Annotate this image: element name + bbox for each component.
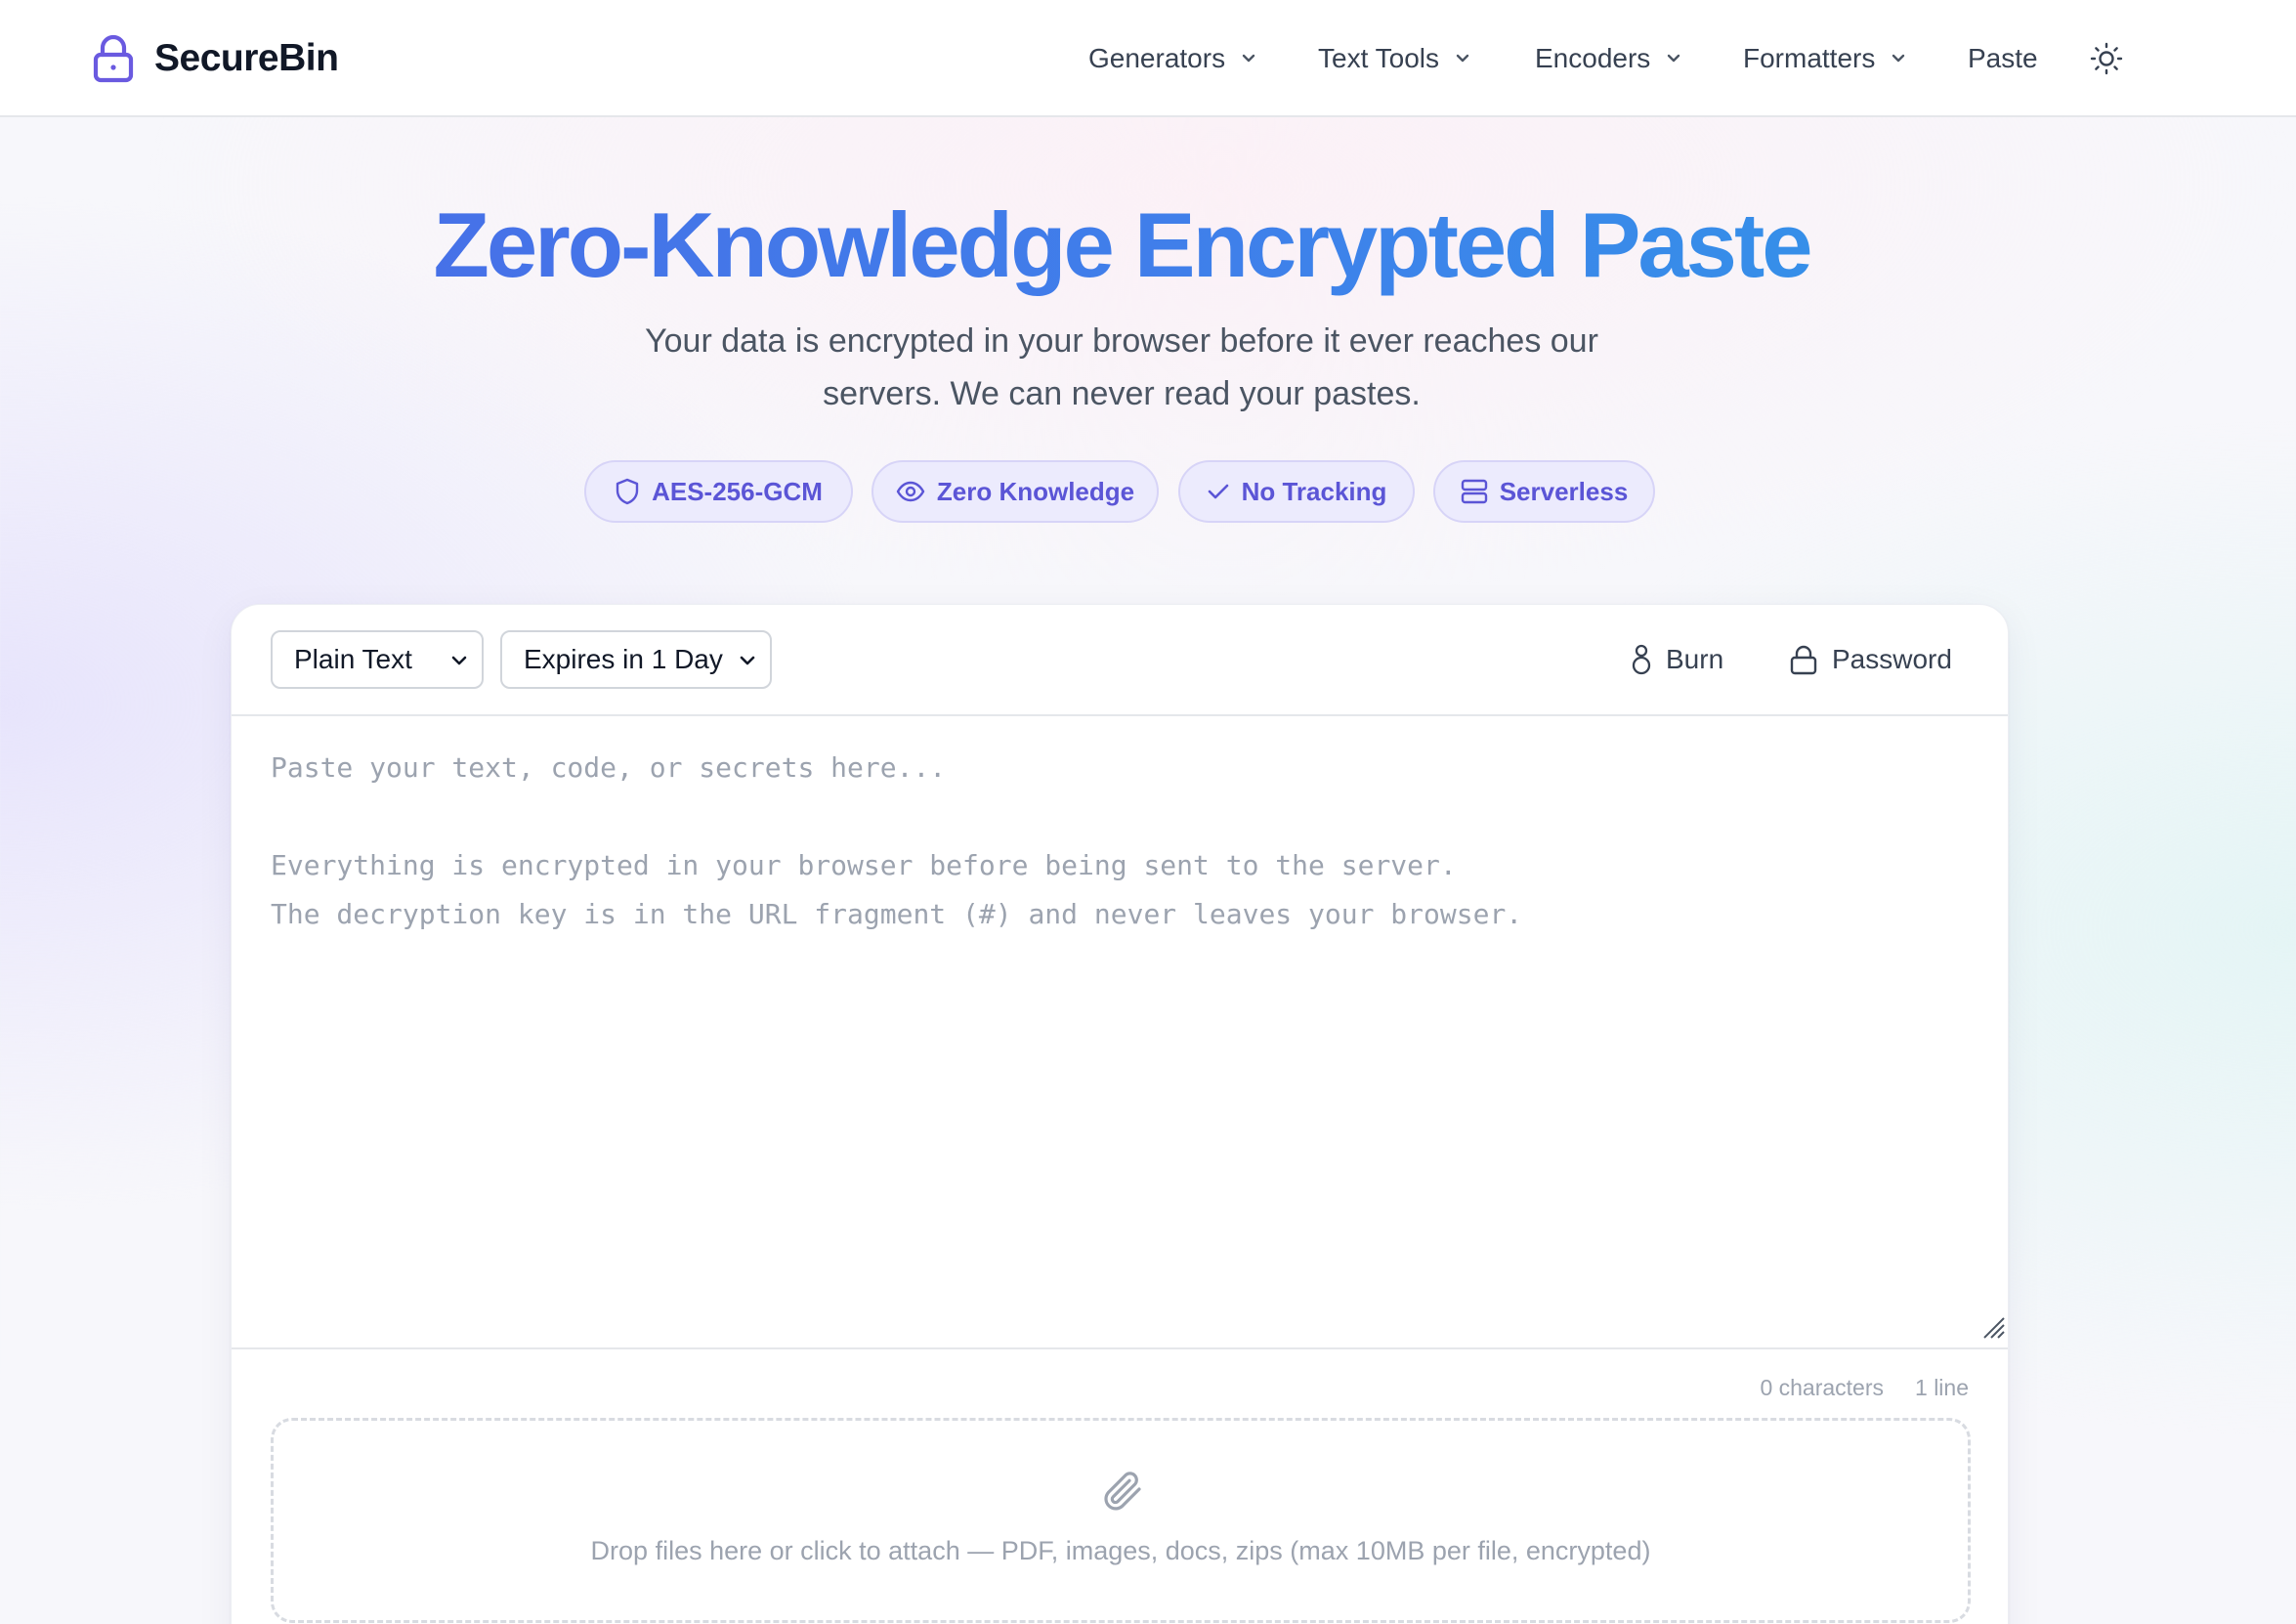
- nav-formatters[interactable]: Formatters: [1743, 33, 1906, 84]
- format-select-value: Plain Text: [294, 644, 412, 674]
- badge-zero-knowledge: Zero Knowledge: [872, 460, 1159, 523]
- password-toggle-button[interactable]: Password: [1789, 636, 1952, 683]
- badge-aes: AES-256-GCM: [584, 460, 853, 523]
- editor-toolbar: Plain Text Expires in 1 Day Burn Passwor…: [232, 605, 2008, 716]
- editor-divider: [232, 1347, 2008, 1349]
- badge-no-tracking-label: No Tracking: [1241, 476, 1387, 506]
- char-count: 0 characters: [1760, 1375, 1885, 1400]
- hero-subtitle-line-2: servers. We can never read your pastes.: [823, 375, 1421, 412]
- hero-subtitle-line-1: Your data is encrypted in your browser b…: [645, 322, 1598, 360]
- editor-stats: 0 characters 1 line: [1760, 1375, 1969, 1401]
- nav-text-tools[interactable]: Text Tools: [1318, 33, 1470, 84]
- format-select[interactable]: Plain Text: [271, 630, 484, 689]
- line-count: 1 line: [1915, 1375, 1969, 1400]
- feature-badges: AES-256-GCM Zero Knowledge No Tracking S…: [0, 460, 2296, 523]
- paste-editor-card: Plain Text Expires in 1 Day Burn Passwor…: [231, 604, 2009, 1624]
- check-icon: [1208, 484, 1228, 499]
- hero-subtitle: Your data is encrypted in your browser b…: [535, 315, 1708, 420]
- expiry-select-value: Expires in 1 Day: [524, 644, 723, 674]
- chevron-down-icon: [451, 656, 467, 665]
- theme-toggle-button[interactable]: [2085, 37, 2128, 80]
- password-label: Password: [1832, 644, 1952, 674]
- resize-handle-icon[interactable]: [1978, 1312, 2006, 1340]
- top-navbar: SecureBin Generators Text Tools Encoders…: [0, 0, 2296, 117]
- nav-generators[interactable]: Generators: [1088, 33, 1256, 84]
- eye-icon: [896, 481, 925, 502]
- chevron-down-icon: [1242, 54, 1255, 63]
- shield-icon: [616, 478, 639, 505]
- dropzone-label: Drop files here or click to attach — PDF…: [590, 1536, 1651, 1565]
- nav-encoders[interactable]: Encoders: [1535, 33, 1681, 84]
- lock-icon: [1790, 645, 1817, 675]
- snowman-icon: [1632, 644, 1651, 675]
- main-nav: Generators Text Tools Encoders Formatter…: [0, 33, 2296, 84]
- chevron-down-icon: [740, 656, 755, 665]
- badge-zero-knowledge-label: Zero Knowledge: [936, 476, 1135, 506]
- nav-encoders-label: Encoders: [1535, 43, 1651, 73]
- badge-no-tracking: No Tracking: [1178, 460, 1415, 523]
- chevron-down-icon: [1456, 54, 1469, 63]
- badge-aes-label: AES-256-GCM: [652, 476, 823, 506]
- chevron-down-icon: [1892, 54, 1905, 63]
- nav-paste[interactable]: Paste: [1968, 33, 2038, 84]
- file-dropzone[interactable]: Drop files here or click to attach — PDF…: [271, 1418, 1971, 1623]
- burn-label: Burn: [1666, 644, 1724, 674]
- hero-title: Zero-Knowledge Encrypted Paste: [0, 192, 2243, 299]
- nav-formatters-label: Formatters: [1743, 43, 1876, 73]
- nav-paste-label: Paste: [1968, 43, 2038, 73]
- chevron-down-icon: [1668, 54, 1680, 63]
- paste-textarea[interactable]: [232, 716, 2008, 1236]
- nav-text-tools-label: Text Tools: [1318, 43, 1439, 73]
- sun-icon: [2090, 42, 2123, 75]
- nav-generators-label: Generators: [1088, 43, 1226, 73]
- server-icon: [1461, 479, 1487, 504]
- paperclip-icon: [1104, 1472, 1141, 1511]
- badge-serverless: Serverless: [1433, 460, 1655, 523]
- burn-toggle-button[interactable]: Burn: [1631, 636, 1723, 683]
- badge-serverless-label: Serverless: [1499, 476, 1629, 506]
- expiry-select[interactable]: Expires in 1 Day: [500, 630, 772, 689]
